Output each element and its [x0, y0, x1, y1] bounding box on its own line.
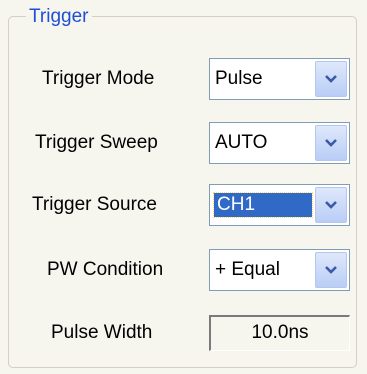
trigger-sweep-label: Trigger Sweep	[35, 132, 158, 153]
trigger-sweep-value: AUTO	[215, 132, 268, 153]
trigger-source-label: Trigger Source	[32, 194, 157, 215]
trigger-source-select[interactable]: CH1	[209, 184, 350, 226]
trigger-panel: Trigger Trigger Mode Pulse Trigger Sweep…	[0, 0, 367, 374]
chevron-down-icon	[325, 139, 337, 147]
trigger-mode-select[interactable]: Pulse	[209, 58, 350, 100]
pulse-width-field[interactable]: 10.0ns	[209, 315, 350, 351]
trigger-sweep-select[interactable]: AUTO	[209, 122, 350, 164]
trigger-source-value: CH1	[213, 192, 313, 218]
trigger-sweep-dropdown-button[interactable]	[315, 125, 347, 161]
trigger-source-dropdown-button[interactable]	[315, 187, 347, 223]
trigger-mode-dropdown-button[interactable]	[315, 61, 347, 97]
pw-condition-label: PW Condition	[47, 259, 164, 280]
trigger-mode-label: Trigger Mode	[42, 68, 155, 89]
chevron-down-icon	[325, 201, 337, 209]
pulse-width-label: Pulse Width	[51, 322, 153, 343]
pulse-width-value: 10.0ns	[251, 322, 309, 343]
trigger-mode-value: Pulse	[215, 68, 263, 89]
chevron-down-icon	[325, 75, 337, 83]
pw-condition-dropdown-button[interactable]	[315, 252, 347, 288]
chevron-down-icon	[325, 266, 337, 274]
group-title: Trigger	[26, 6, 93, 28]
pw-condition-value: + Equal	[215, 259, 280, 280]
pw-condition-select[interactable]: + Equal	[209, 249, 350, 291]
